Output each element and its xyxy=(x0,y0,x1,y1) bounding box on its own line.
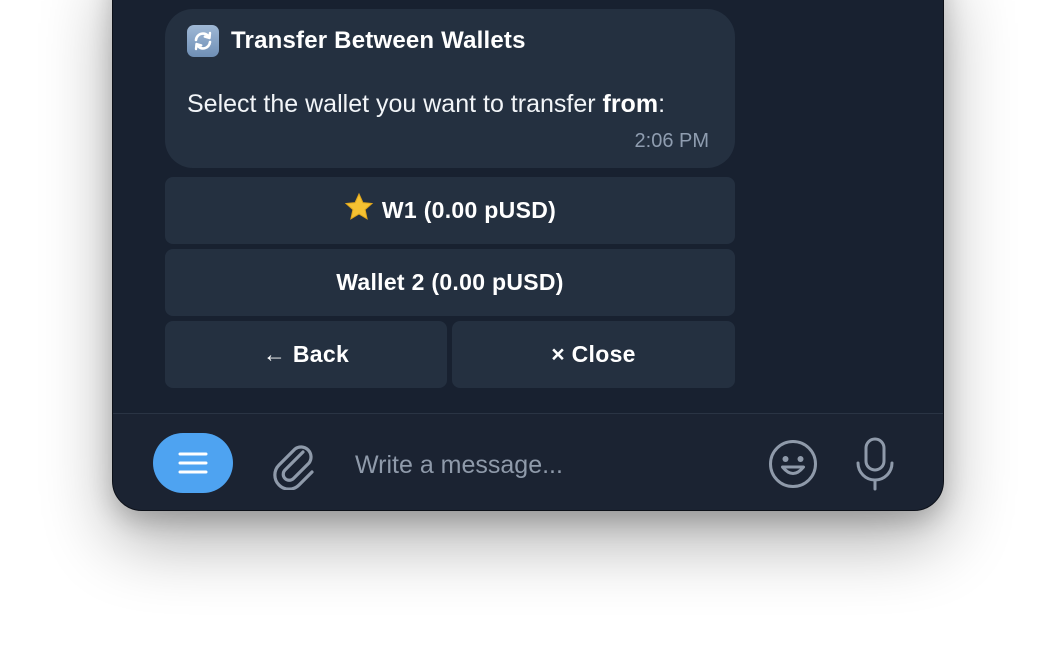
menu-icon xyxy=(178,452,208,474)
chat-window: Transfer Between Wallets Select the wall… xyxy=(112,0,944,511)
message-composer xyxy=(113,414,943,510)
chat-area: Transfer Between Wallets Select the wall… xyxy=(113,0,943,414)
wallet-2-button[interactable]: Wallet 2 (0.00 pUSD) xyxy=(165,249,735,316)
message-bubble: Transfer Between Wallets Select the wall… xyxy=(165,9,735,168)
close-label: × Close xyxy=(551,341,636,367)
smiley-icon[interactable] xyxy=(767,438,819,490)
message-text-bold: from xyxy=(602,90,659,118)
message-title: Transfer Between Wallets xyxy=(187,25,526,57)
message-title-text: Transfer Between Wallets xyxy=(231,27,526,54)
back-label: ← Back xyxy=(262,341,350,367)
refresh-icon xyxy=(187,25,219,57)
message-time: 2:06 PM xyxy=(634,130,709,152)
message-text-prefix: Select the wallet you want to transfer xyxy=(187,90,603,118)
close-button[interactable]: × Close xyxy=(452,321,735,388)
message-text: Select the wallet you want to transfer f… xyxy=(187,90,665,119)
wallet-1-button[interactable]: W1 (0.00 pUSD) xyxy=(165,177,735,244)
message-input[interactable] xyxy=(353,438,737,492)
back-button[interactable]: ← Back xyxy=(165,321,447,388)
star-icon xyxy=(344,192,374,229)
menu-button[interactable] xyxy=(153,433,233,493)
microphone-icon[interactable] xyxy=(853,436,897,492)
paperclip-icon[interactable] xyxy=(271,438,317,490)
message-text-suffix: : xyxy=(658,90,666,118)
wallet-2-label: Wallet 2 (0.00 pUSD) xyxy=(336,269,564,295)
wallet-1-label: W1 (0.00 pUSD) xyxy=(381,197,557,223)
